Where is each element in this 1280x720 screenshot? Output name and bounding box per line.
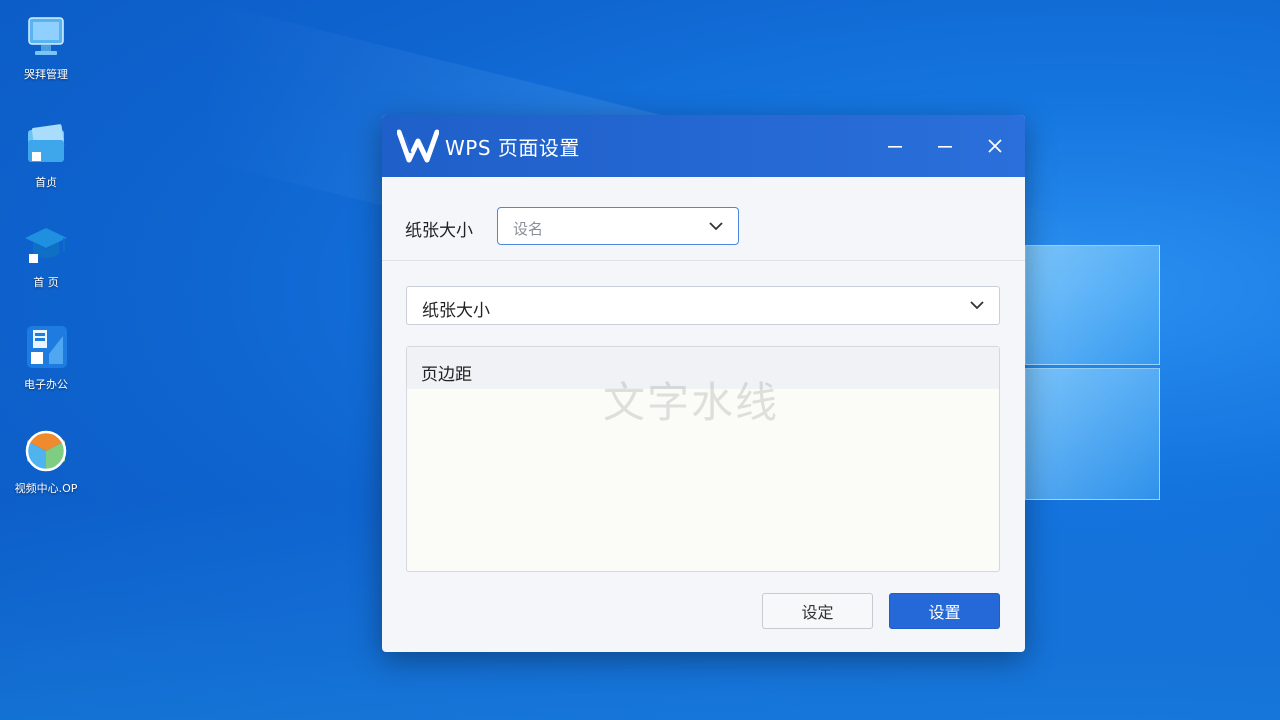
desktop-icon-education[interactable]: 首 页 bbox=[14, 222, 78, 290]
dialog-title: WPS 页面设置 bbox=[445, 135, 580, 160]
desktop-icon-label: 首 页 bbox=[33, 276, 59, 289]
page-setup-dialog: WPS 页面设置 纸张大小 设名 纸张大小 页边距 文字水线 设定 设置 bbox=[382, 115, 1025, 652]
cube-app-icon bbox=[23, 428, 69, 474]
desktop-icon-folder[interactable]: 首贞 bbox=[14, 122, 78, 190]
paper-select-dropdown[interactable]: 纸张大小 bbox=[406, 286, 1000, 325]
computer-icon bbox=[23, 14, 69, 60]
maximize-button[interactable] bbox=[928, 129, 962, 163]
paper-size-label: 纸张大小 bbox=[405, 221, 473, 241]
desktop: 哭拜管理 首贞 首 页 电子办公 视频中心.OP WPS 页面设置 纸张大小 设… bbox=[0, 0, 1280, 720]
wps-logo-icon bbox=[396, 129, 440, 163]
graduation-cap-icon bbox=[23, 222, 69, 268]
chevron-down-icon bbox=[970, 301, 984, 310]
paper-size-dropdown[interactable]: 设名 bbox=[497, 207, 739, 245]
desktop-icon-computer[interactable]: 哭拜管理 bbox=[14, 14, 78, 82]
folder-icon bbox=[23, 122, 69, 168]
close-button[interactable] bbox=[978, 129, 1012, 163]
paper-size-placeholder: 设名 bbox=[513, 220, 544, 238]
dialog-titlebar[interactable]: WPS 页面设置 bbox=[382, 115, 1025, 177]
office-app-icon bbox=[23, 324, 69, 370]
margins-panel: 页边距 文字水线 bbox=[406, 346, 1000, 572]
margins-title: 页边距 bbox=[421, 365, 472, 385]
desktop-icon-label: 视频中心.OP bbox=[14, 482, 78, 495]
divider bbox=[382, 260, 1025, 261]
desktop-icon-label: 首贞 bbox=[35, 176, 57, 189]
set-button[interactable]: 设定 bbox=[762, 593, 873, 629]
chevron-down-icon bbox=[709, 222, 723, 231]
minimize-icon bbox=[888, 146, 902, 148]
windows-logo-pane bbox=[1025, 245, 1160, 365]
desktop-icon-label: 电子办公 bbox=[24, 378, 68, 391]
desktop-icon-office[interactable]: 电子办公 bbox=[14, 324, 78, 392]
windows-logo-pane bbox=[1025, 368, 1160, 500]
desktop-icon-label: 哭拜管理 bbox=[24, 68, 68, 81]
minimize-icon bbox=[938, 146, 952, 148]
close-icon bbox=[988, 139, 1002, 153]
windows-logo bbox=[1025, 230, 1165, 505]
desktop-icon-video[interactable]: 视频中心.OP bbox=[14, 428, 78, 496]
watermark-text: 文字水线 bbox=[603, 378, 780, 427]
paper-select-value: 纸张大小 bbox=[422, 301, 490, 321]
minimize-button[interactable] bbox=[878, 129, 912, 163]
ok-button[interactable]: 设置 bbox=[889, 593, 1000, 629]
paper-size-row: 纸张大小 设名 bbox=[382, 207, 1025, 247]
